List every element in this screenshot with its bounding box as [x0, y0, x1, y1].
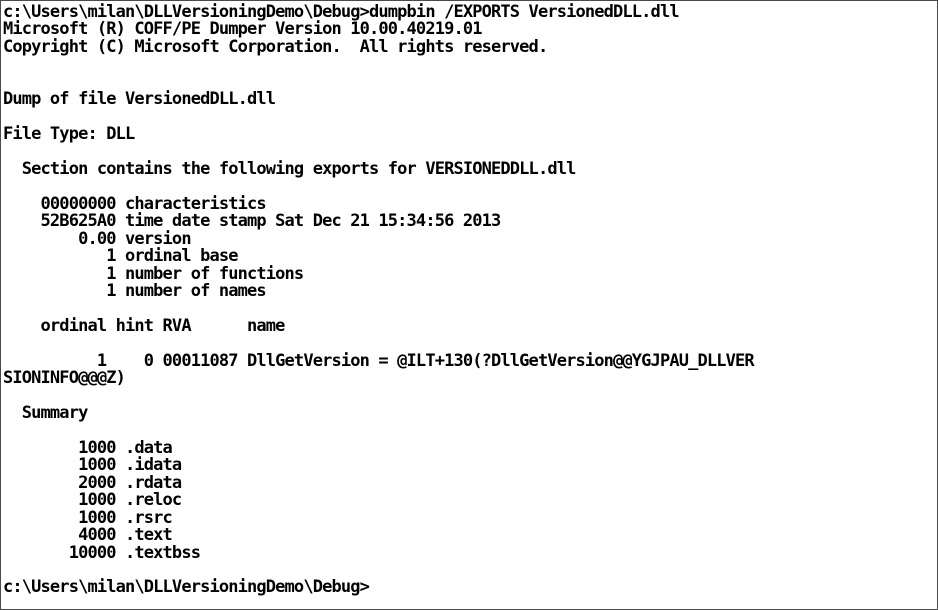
console-output: c:\Users\milan\DLLVersioningDemo\Debug>d… — [3, 3, 755, 597]
output-line: File Type: DLL — [3, 124, 135, 145]
output-line: 4000 .text — [3, 525, 173, 546]
console-window[interactable]: c:\Users\milan\DLLVersioningDemo\Debug>d… — [0, 0, 938, 610]
output-line: Dump of file VersionedDLL.dll — [3, 89, 276, 110]
command-prompt[interactable]: c:\Users\milan\DLLVersioningDemo\Debug> — [3, 578, 754, 596]
output-line: Copyright (C) Microsoft Corporation. All… — [3, 36, 548, 57]
output-line: Section contains the following exports f… — [3, 158, 577, 179]
output-line: 1 ordinal base — [3, 246, 238, 267]
output-line: SIONINFO@@@Z) — [3, 368, 126, 389]
output-line: ordinal hint RVA name — [3, 315, 286, 336]
output-line: 10000 .textbss — [3, 542, 201, 563]
output-line: Summary — [3, 403, 89, 424]
output-line: 1 number of names — [3, 281, 266, 301]
